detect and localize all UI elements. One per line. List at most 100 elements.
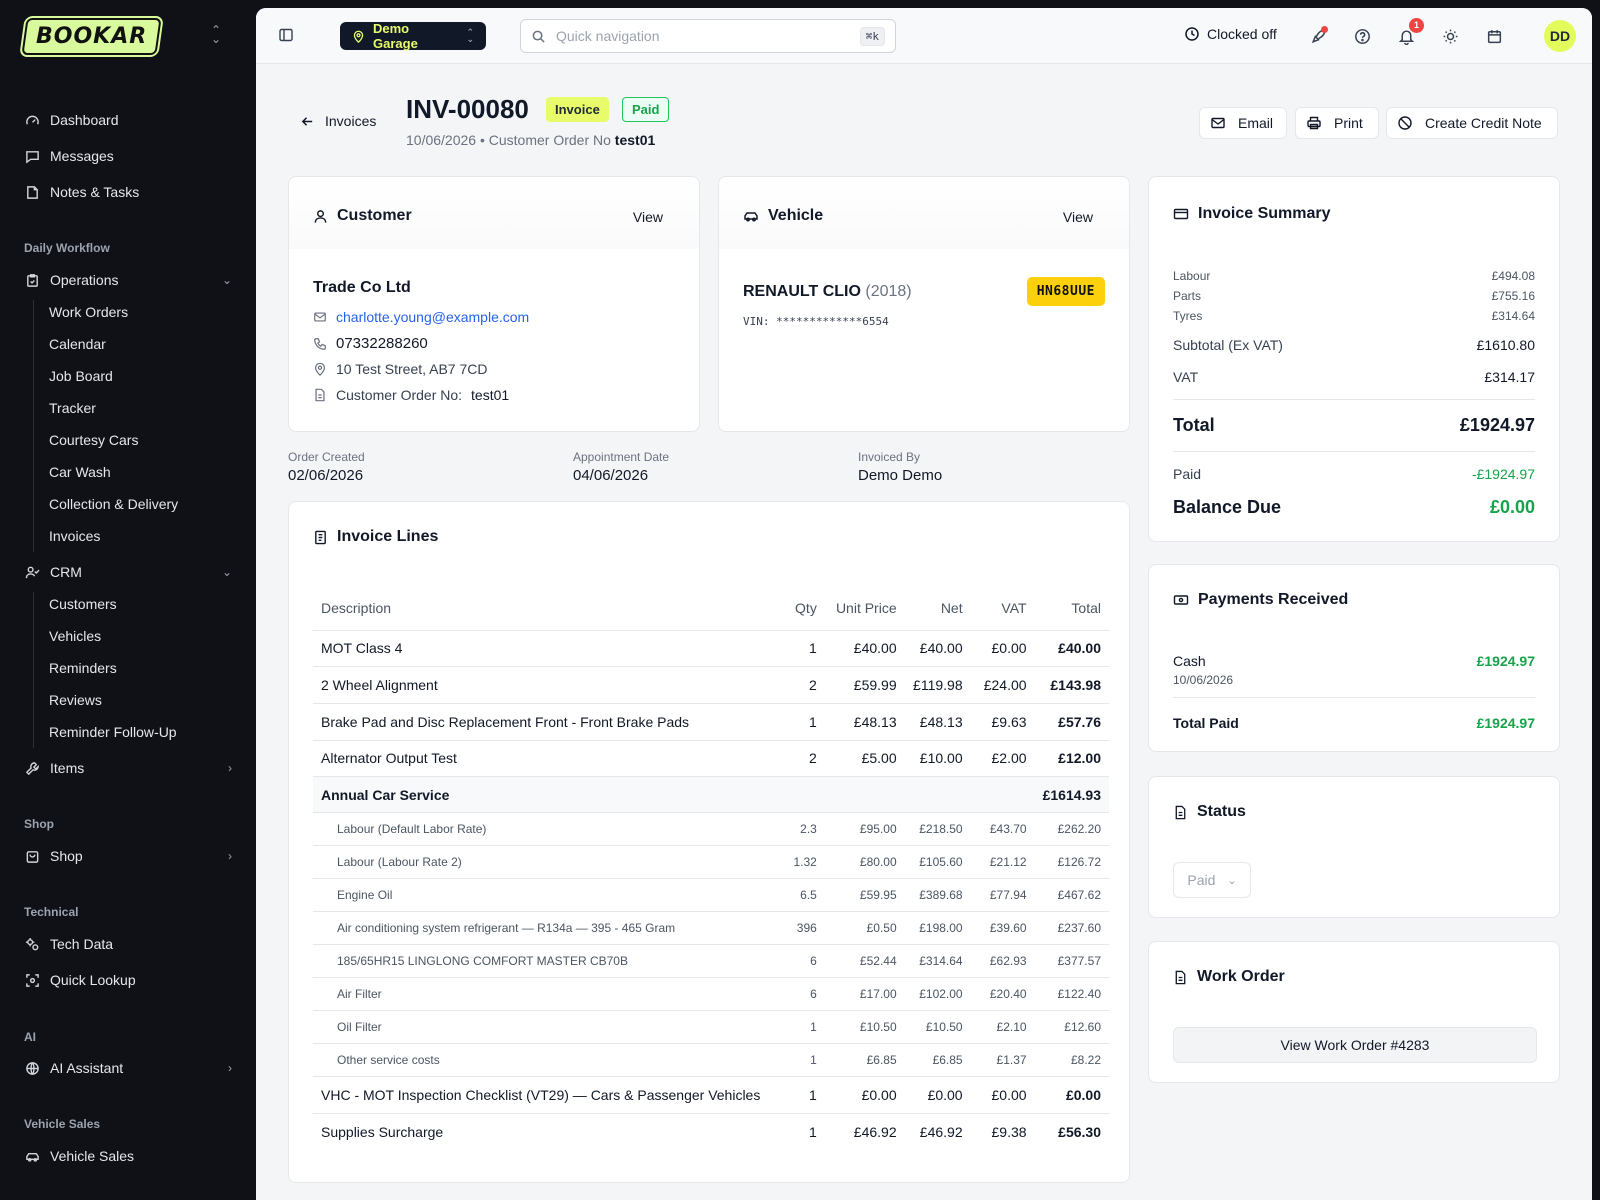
- table-row: Alternator Output Test 2 £5.00 £10.00 £2.00 £…: [313, 740, 1109, 778]
- cell-qty: 2: [774, 740, 825, 778]
- customer-email[interactable]: charlotte.young@example.com: [336, 309, 529, 325]
- theme-sun-icon[interactable]: [1440, 26, 1460, 46]
- sidebar-item-reminder-follow-up[interactable]: Reminder Follow-Up: [49, 721, 177, 743]
- cell-total: £237.60: [1034, 911, 1109, 946]
- vehicle-vin: VIN: *************6554: [743, 315, 889, 328]
- divider: [1173, 697, 1535, 698]
- view-work-order-button[interactable]: View Work Order #4283: [1173, 1027, 1537, 1063]
- summary-labour-row: Labour £494.08: [1173, 269, 1535, 283]
- cell-unit-price: £80.00: [824, 845, 905, 880]
- paid-label: Paid: [1173, 466, 1202, 482]
- chevron-right-icon: ›: [228, 1061, 232, 1075]
- cell-qty: 1: [774, 1043, 825, 1078]
- cell-total: £143.98: [1034, 666, 1109, 704]
- customer-title-label: Customer: [337, 207, 412, 224]
- create-credit-note-button[interactable]: Create Credit Note: [1386, 107, 1558, 139]
- sidebar-item-customers[interactable]: Customers: [49, 593, 117, 615]
- sidebar-item-reminders[interactable]: Reminders: [49, 657, 117, 679]
- user-avatar[interactable]: DD: [1544, 20, 1576, 52]
- cell-total: £1614.93: [1034, 776, 1109, 814]
- table-child-row: Air conditioning system refrigerant — R1…: [313, 911, 1109, 946]
- car-icon: [24, 1148, 40, 1164]
- sidebar-item-car-wash[interactable]: Car Wash: [49, 461, 111, 483]
- user-check-icon: [24, 564, 40, 580]
- sidebar-item-messages[interactable]: Messages: [24, 144, 232, 168]
- rocket-icon[interactable]: [1308, 26, 1328, 46]
- table-child-row: 185/65HR15 LINGLONG COMFORT MASTER CB70B…: [313, 944, 1109, 979]
- brand-logo[interactable]: BOOKAR: [21, 18, 162, 55]
- quick-navigation-search[interactable]: Quick navigation ⌘k: [520, 19, 896, 53]
- clock-status[interactable]: Clocked off: [1184, 26, 1277, 42]
- summary-title-label: Invoice Summary: [1198, 205, 1331, 222]
- sidebar-item-dashboard[interactable]: Dashboard: [24, 108, 232, 132]
- sidebar-item-vehicle-sales[interactable]: Vehicle Sales: [24, 1144, 232, 1168]
- sidebar-item-tracker[interactable]: Tracker: [49, 397, 96, 419]
- mail-icon: [313, 310, 327, 324]
- garage-selector[interactable]: Demo Garage ⌃ ⌄: [340, 21, 486, 51]
- cell-vat: £43.70: [970, 812, 1035, 847]
- cell-description: Labour (Labour Rate 2): [313, 845, 775, 880]
- table-row: Brake Pad and Disc Replacement Front - F…: [313, 703, 1109, 741]
- invoice-lines-title-label: Invoice Lines: [337, 528, 439, 545]
- sidebar-item-work-orders[interactable]: Work Orders: [49, 301, 128, 323]
- view-customer-link[interactable]: View: [633, 209, 663, 225]
- col-qty: Qty: [774, 586, 825, 631]
- calendar-icon[interactable]: [1484, 26, 1504, 46]
- registration-plate: HN68UUE: [1026, 277, 1105, 306]
- sidebar-item-shop[interactable]: Shop ›: [24, 844, 232, 868]
- cell-vat: £2.10: [970, 1010, 1035, 1045]
- cell-vat: £1.37: [970, 1043, 1035, 1078]
- summary-tyres-row: Tyres £314.64: [1173, 309, 1535, 323]
- balance-value: £0.00: [1489, 497, 1535, 517]
- chevron-down-icon: ⌄: [1227, 874, 1237, 887]
- summary-vat-row: VAT £314.17: [1173, 369, 1535, 385]
- cell-net: £198.00: [904, 911, 971, 946]
- sidebar-item-notes-tasks[interactable]: Notes & Tasks: [24, 180, 232, 204]
- sidebar-item-vehicles[interactable]: Vehicles: [49, 625, 101, 647]
- cell-description: Brake Pad and Disc Replacement Front - F…: [313, 703, 775, 741]
- help-icon[interactable]: [1352, 26, 1372, 46]
- sidebar-item-items[interactable]: Items ›: [24, 756, 232, 780]
- vehicle-year: (2018): [865, 283, 912, 300]
- status-card: Status Paid ⌄: [1148, 776, 1560, 918]
- toggle-sidebar-icon[interactable]: [278, 27, 294, 43]
- email-button[interactable]: Email: [1199, 107, 1287, 139]
- cell-unit-price: £59.99: [824, 666, 905, 704]
- customer-order-label: Customer Order No:: [336, 387, 463, 403]
- status-select[interactable]: Paid ⌄: [1173, 862, 1251, 898]
- sidebar-item-quick-lookup[interactable]: Quick Lookup: [24, 968, 232, 992]
- cell-total: £467.62: [1034, 878, 1109, 913]
- sidebar-item-label: Shop: [50, 848, 83, 864]
- credit-note-label: Create Credit Note: [1425, 115, 1542, 131]
- view-vehicle-link[interactable]: View: [1063, 209, 1093, 225]
- back-to-invoices[interactable]: Invoices: [300, 113, 376, 129]
- cell-net: £10.00: [904, 740, 971, 778]
- sidebar-item-tech-data[interactable]: Tech Data: [24, 932, 232, 956]
- chevron-down-icon: ⌄: [221, 565, 232, 579]
- sidebar-item-operations[interactable]: Operations ⌄: [24, 268, 232, 292]
- table-child-row: Other service costs 1 £6.85 £6.85 £1.37 £8.22: [313, 1043, 1109, 1078]
- submenu-rail: [33, 300, 34, 552]
- sidebar-item-invoices[interactable]: Invoices: [49, 525, 100, 547]
- workspace-switch-icon[interactable]: ⌃ ⌄: [206, 24, 226, 45]
- print-button[interactable]: Print: [1295, 107, 1379, 139]
- mail-icon: [1210, 115, 1226, 131]
- cell-total: £262.20: [1034, 812, 1109, 847]
- car-icon: [743, 208, 759, 224]
- chevron-down-icon: ⌄: [221, 273, 232, 287]
- chevron-updown-icon: ⌃ ⌄: [466, 27, 474, 44]
- sidebar-item-calendar[interactable]: Calendar: [49, 333, 106, 355]
- cell-net: [904, 776, 971, 814]
- page-title: INV-00080: [406, 94, 529, 124]
- alert-dot: [1321, 26, 1328, 33]
- cell-net: £46.92: [919, 1124, 963, 1141]
- sidebar-item-crm[interactable]: CRM ⌄: [24, 560, 232, 584]
- sidebar-item-courtesy-cars[interactable]: Courtesy Cars: [49, 429, 138, 451]
- sidebar-item-job-board[interactable]: Job Board: [49, 365, 113, 387]
- sidebar-item-collection-delivery[interactable]: Collection & Delivery: [49, 493, 178, 515]
- sidebar-item-ai-assistant[interactable]: AI Assistant ›: [24, 1056, 232, 1080]
- col-vat: VAT: [970, 586, 1035, 631]
- cell-total: £122.40: [1034, 977, 1109, 1012]
- bell-icon[interactable]: 1: [1396, 18, 1424, 46]
- sidebar-item-reviews[interactable]: Reviews: [49, 689, 102, 711]
